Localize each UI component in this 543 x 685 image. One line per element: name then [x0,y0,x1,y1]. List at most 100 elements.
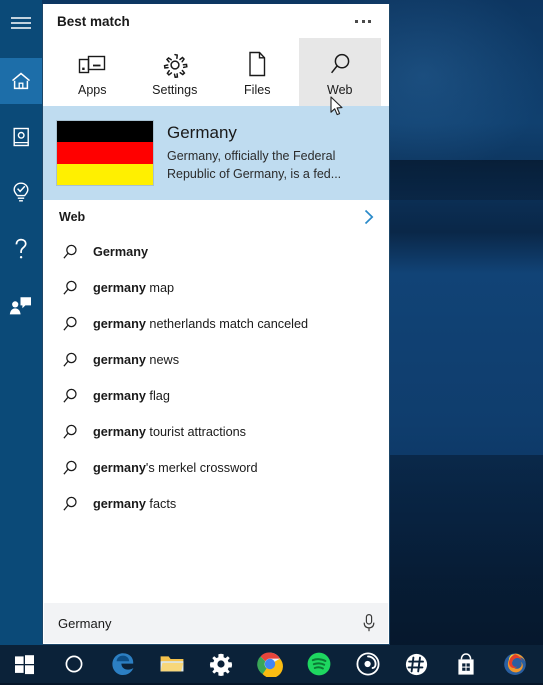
microsoft-store-icon [454,652,478,677]
cortana-search-panel: Best match Apps [42,4,390,645]
edge-icon [110,651,136,677]
suggestion-match: germany [93,461,146,475]
tab-apps[interactable]: Apps [51,38,134,106]
suggestion-rest: flag [146,389,170,403]
start-button[interactable] [0,645,49,683]
feedback-icon [9,294,33,316]
suggestion-text: germany news [93,353,179,367]
spotify-button[interactable] [294,645,343,683]
microphone-icon[interactable] [362,613,376,633]
file-explorer-button[interactable] [147,645,196,683]
tab-files-label: Files [244,83,270,97]
chevron-right-icon[interactable] [363,208,375,226]
apps-icon [77,48,107,78]
rail-item-feedback[interactable] [0,282,42,328]
list-item[interactable]: Germany [43,234,389,270]
web-suggestion-list: Germanygermany mapgermany netherlands ma… [43,234,389,522]
suggestion-match: germany [93,317,146,331]
search-icon [61,351,79,369]
suggestion-text: germany's merkel crossword [93,461,258,475]
search-icon [61,495,79,513]
suggestion-match: germany [93,389,146,403]
search-icon [61,387,79,405]
cortana-circle-icon [63,653,85,675]
edge-button[interactable] [98,645,147,683]
groove-music-icon [355,651,381,677]
search-input-value[interactable]: Germany [58,616,362,631]
suggestion-match: germany [93,353,146,367]
suggestion-rest: tourist attractions [146,425,246,439]
suggestion-text: Germany [93,245,148,259]
document-icon [246,48,268,78]
notebook-icon [11,126,31,148]
firefox-icon [502,651,528,677]
web-section-label: Web [59,210,85,224]
tab-files[interactable]: Files [216,38,299,106]
ellipsis-icon[interactable] [351,14,375,29]
tab-settings[interactable]: Settings [134,38,217,106]
rail-item-ideas[interactable] [0,170,42,216]
search-input-bar[interactable]: Germany [44,603,388,643]
gear-icon [161,48,189,78]
settings-button[interactable] [196,645,245,683]
firefox-button[interactable] [490,645,539,683]
suggestion-match: germany [93,281,146,295]
suggestion-rest: 's merkel crossword [146,461,258,475]
discord-icon [404,652,429,677]
groove-music-button[interactable] [343,645,392,683]
rail-item-help[interactable] [0,226,42,272]
home-icon [10,71,32,91]
suggestion-match: germany [93,425,146,439]
suggestion-rest: facts [146,497,176,511]
suggestion-match: germany [93,497,146,511]
suggestion-match: Germany [93,245,148,259]
rail-item-hamburger-menu[interactable] [0,0,42,46]
best-match-title: Germany [167,123,375,143]
store-button[interactable] [441,645,490,683]
list-item[interactable]: germany news [43,342,389,378]
rail-item-notebook[interactable] [0,114,42,160]
suggestion-rest: news [146,353,179,367]
category-tabs: Apps Settings [43,38,389,106]
list-item[interactable]: germany map [43,270,389,306]
chrome-button[interactable] [245,645,294,683]
lightbulb-icon [11,181,31,205]
best-match-description: Germany, officially the Federal Republic… [167,148,375,184]
list-item[interactable]: germany netherlands match canceled [43,306,389,342]
search-icon [61,243,79,261]
cortana-button[interactable] [49,645,98,683]
cortana-side-rail [0,0,42,645]
tab-web[interactable]: Web [299,38,382,106]
suggestion-text: germany tourist attractions [93,425,246,439]
chrome-icon [257,651,283,677]
list-item[interactable]: germany tourist attractions [43,414,389,450]
best-match-result-card[interactable]: Germany Germany, officially the Federal … [43,106,389,200]
help-question-icon [12,237,30,261]
suggestion-text: germany netherlands match canceled [93,317,308,331]
suggestion-text: germany map [93,281,174,295]
rail-item-home[interactable] [0,58,42,104]
gear-icon [209,652,233,676]
search-results-body: Best match Apps [43,4,389,603]
suggestion-rest: netherlands match canceled [146,317,308,331]
best-match-label: Best match [57,14,130,29]
suggestion-text: germany flag [93,389,170,403]
germany-flag-icon [57,121,153,185]
tab-web-label: Web [327,83,352,97]
taskbar [0,645,543,683]
best-match-card-text: Germany Germany, officially the Federal … [167,123,375,184]
search-icon [61,279,79,297]
search-icon [61,423,79,441]
discord-button[interactable] [392,645,441,683]
list-item[interactable]: germany flag [43,378,389,414]
search-icon [327,48,353,78]
list-item[interactable]: germany facts [43,486,389,522]
search-icon [61,315,79,333]
web-section-header[interactable]: Web [43,200,389,234]
folder-icon [159,653,185,675]
tab-apps-label: Apps [78,83,107,97]
windows-logo-icon [14,654,35,675]
list-item[interactable]: germany's merkel crossword [43,450,389,486]
hamburger-menu-icon [10,15,32,31]
tab-settings-label: Settings [152,83,197,97]
